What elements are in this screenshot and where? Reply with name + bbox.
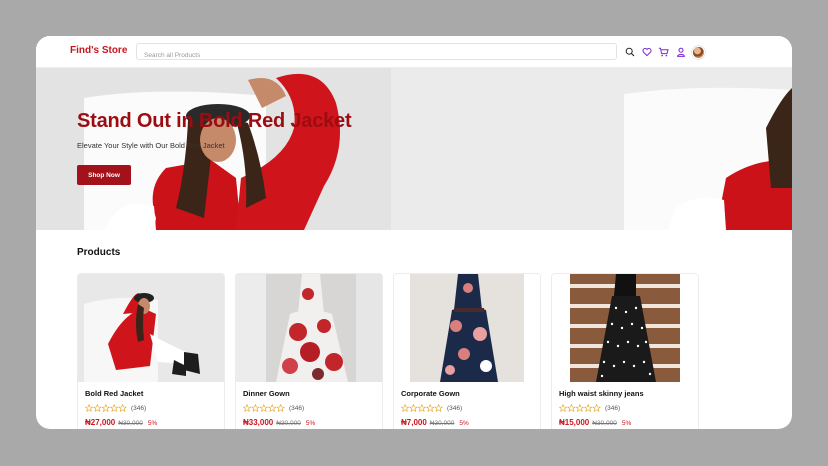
shop-now-button[interactable]: Shop Now [77,165,131,185]
old-price: ₦30,000 [118,420,143,427]
heart-icon[interactable] [641,47,652,58]
hero-subtitle: Elevate Your Style with Our Bold Red Jac… [77,141,225,150]
product-image[interactable] [552,274,699,382]
product-grid: Bold Red Jacket (346) ₦27,000 ₦30,000 5% [77,273,699,429]
star-rating-icon [559,404,601,412]
price-row: ₦7,000 ₦30,000 5% [401,418,469,427]
star-rating-icon [243,404,285,412]
product-card[interactable]: High waist skinny jeans (346) ₦15,000 ₦3… [551,273,699,429]
old-price: ₦30,000 [276,420,301,427]
search-icon[interactable] [624,47,635,58]
old-price: ₦30,000 [592,420,617,427]
product-card[interactable]: Dinner Gown (346) ₦33,000 ₦30,000 5% [235,273,383,429]
price: ₦7,000 [401,418,427,427]
product-rating: (346) [559,404,620,412]
store-logo[interactable]: Find's Store [70,45,127,56]
products-heading: Products [77,247,121,258]
browser-window: Find's Store Search all Products Stand O… [36,36,792,429]
user-icon[interactable] [675,47,686,58]
hero-title: Stand Out in Bold Red Jacket [77,110,352,132]
price-row: ₦15,000 ₦30,000 5% [559,418,631,427]
product-rating: (346) [85,404,146,412]
avatar[interactable] [692,45,705,59]
product-name[interactable]: Dinner Gown [243,389,290,398]
star-rating-icon [85,404,127,412]
product-name[interactable]: Bold Red Jacket [85,389,143,398]
search-input[interactable] [137,48,616,63]
product-rating: (346) [243,404,304,412]
price-row: ₦27,000 ₦30,000 5% [85,418,157,427]
review-count: (346) [605,404,621,412]
discount: 5% [305,420,316,427]
product-name[interactable]: High waist skinny jeans [559,389,644,398]
nav-icons [624,45,705,59]
product-card[interactable]: Corporate Gown (346) ₦7,000 ₦30,000 5% [393,273,541,429]
price: ₦27,000 [85,418,116,427]
hero-banner: Stand Out in Bold Red Jacket Elevate You… [36,68,792,230]
product-image[interactable] [78,274,225,382]
price: ₦15,000 [559,418,590,427]
review-count: (346) [289,404,305,412]
star-rating-icon [401,404,443,412]
discount: 5% [147,420,158,427]
review-count: (346) [447,404,463,412]
old-price: ₦30,000 [429,420,455,427]
product-image[interactable] [236,274,383,382]
discount: 5% [621,420,632,427]
product-rating: (346) [401,404,462,412]
cart-icon[interactable] [658,47,669,58]
product-image[interactable] [394,274,541,382]
price-row: ₦33,000 ₦30,000 5% [243,418,315,427]
review-count: (346) [131,404,147,412]
search-box[interactable] [136,43,617,63]
product-card[interactable]: Bold Red Jacket (346) ₦27,000 ₦30,000 5% [77,273,225,429]
product-name[interactable]: Corporate Gown [401,389,460,398]
navbar: Find's Store [36,36,792,68]
discount: 5% [459,420,469,427]
price: ₦33,000 [243,418,274,427]
